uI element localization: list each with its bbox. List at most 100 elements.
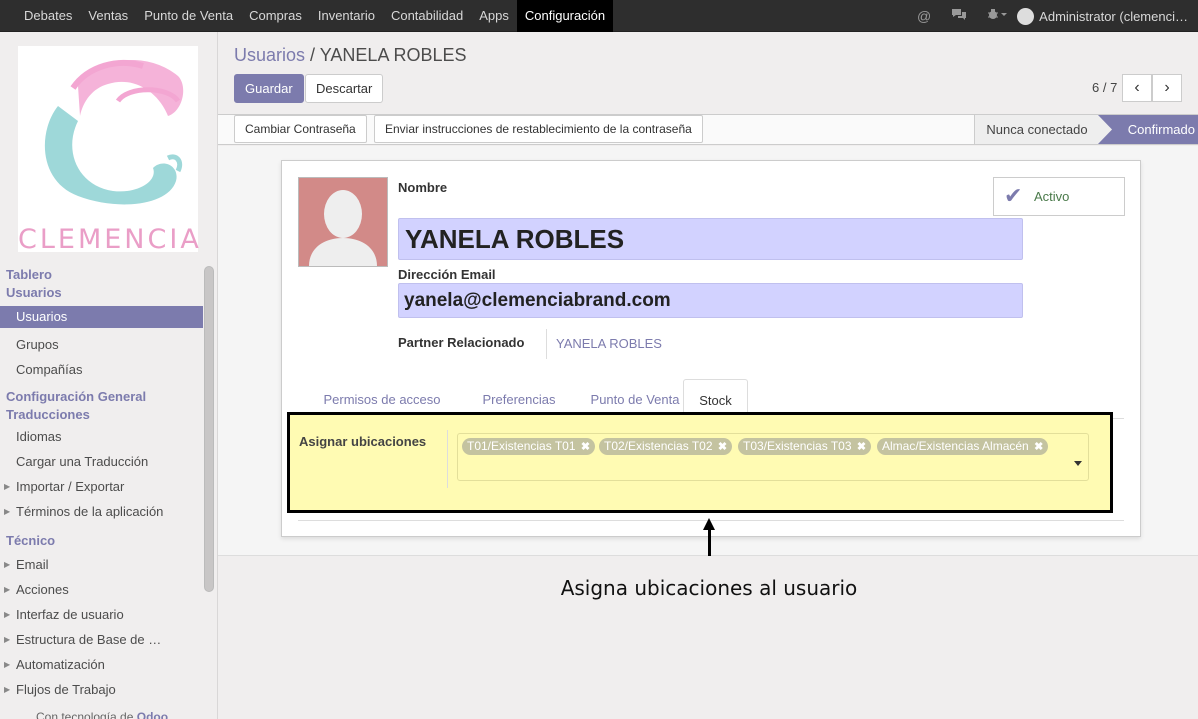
locations-divider — [447, 430, 448, 488]
sidebar-item-cargar-traduccion[interactable]: Cargar una Traducción — [0, 449, 203, 474]
sidebar-item-email[interactable]: ▶ Email — [0, 552, 203, 577]
sidebar-item-label: Flujos de Trabajo — [16, 682, 116, 697]
check-icon: ✔ — [1004, 183, 1023, 208]
caret-right-icon: ▶ — [4, 585, 11, 594]
menu-configuracion[interactable]: Configuración — [516, 0, 614, 32]
sidebar-item-interfaz[interactable]: ▶ Interfaz de usuario — [0, 602, 203, 627]
sidebar-item-label: Automatización — [16, 657, 105, 672]
sidebar-item-usuarios[interactable]: Usuarios — [0, 306, 203, 328]
email-field[interactable]: yanela@clemenciabrand.com — [398, 283, 1023, 318]
menu-inventario[interactable]: Inventario — [310, 0, 383, 32]
pager-prev-button[interactable]: ‹ — [1122, 74, 1152, 102]
powered-prefix: Con tecnología de — [36, 710, 134, 719]
navbar-right: @ Administrator (clemenci… — [907, 0, 1188, 32]
partner-link[interactable]: YANELA ROBLES — [556, 336, 662, 351]
powered-by: Con tecnología de Odoo — [36, 710, 168, 719]
sidebar-item-idiomas[interactable]: Idiomas — [0, 424, 203, 449]
name-label: Nombre — [398, 180, 448, 195]
avatar-placeholder-icon — [309, 190, 377, 266]
sidebar-item-grupos[interactable]: Grupos — [0, 332, 203, 357]
sidebar-head-tecnico[interactable]: Técnico — [0, 532, 203, 550]
sidebar-head-tablero[interactable]: Tablero — [0, 266, 203, 284]
discard-button[interactable]: Descartar — [305, 74, 384, 103]
location-tag-label: T01/Existencias T01 — [467, 439, 576, 453]
location-tag: T01/Existencias T01 ✖ — [462, 438, 596, 455]
menu-apps[interactable]: Apps — [471, 0, 517, 32]
menu-compras[interactable]: Compras — [241, 0, 310, 32]
user-photo[interactable] — [298, 177, 388, 267]
main-content: Usuarios / YANELA ROBLES Guardar Descart… — [218, 32, 1198, 719]
menu-punto-de-venta[interactable]: Punto de Venta — [136, 0, 241, 32]
user-avatar[interactable] — [1017, 7, 1035, 25]
caret-right-icon: ▶ — [4, 635, 11, 644]
breadcrumb: Usuarios / YANELA ROBLES — [234, 45, 466, 66]
caret-right-icon: ▶ — [4, 560, 11, 569]
sidebar-item-label: Interfaz de usuario — [16, 607, 124, 622]
email-label: Dirección Email — [398, 267, 496, 282]
menu-debates[interactable]: Debates — [16, 0, 80, 32]
remove-tag-icon[interactable]: ✖ — [857, 441, 866, 453]
company-logo: CLEMENCIA — [18, 46, 202, 255]
sidebar-item-automatizacion[interactable]: ▶ Automatización — [0, 652, 203, 677]
sidebar-item-label: Estructura de Base de … — [16, 632, 162, 647]
at-icon[interactable]: @ — [917, 8, 931, 24]
sidebar-item-estructura[interactable]: ▶ Estructura de Base de … — [0, 627, 203, 652]
location-tag: T02/Existencias T02 ✖ — [599, 438, 733, 455]
breadcrumb-current: YANELA ROBLES — [319, 45, 467, 65]
caret-right-icon: ▶ — [4, 685, 11, 694]
location-tag: T03/Existencias T03 ✖ — [738, 438, 872, 455]
location-tag-label: Almac/Existencias Almacén — [882, 439, 1029, 453]
name-field[interactable]: YANELA ROBLES — [398, 218, 1023, 260]
assign-locations-label: Asignar ubicaciones — [299, 434, 427, 449]
sidebar-item-label: Email — [16, 557, 49, 572]
chevron-down-icon[interactable] — [1074, 461, 1082, 466]
sidebar-item-acciones[interactable]: ▶ Acciones — [0, 577, 203, 602]
remove-tag-icon[interactable]: ✖ — [581, 441, 590, 453]
user-menu[interactable]: Administrator (clemenci… — [1039, 9, 1188, 24]
form-sheet: Nombre YANELA ROBLES Dirección Email yan… — [281, 160, 1141, 537]
sidebar-scrollbar[interactable] — [204, 266, 214, 592]
logo-text: CLEMENCIA — [18, 224, 202, 255]
sidebar-item-label: Términos de la aplicación — [16, 504, 164, 519]
location-tag-label: T03/Existencias T03 — [743, 439, 852, 453]
chat-icon[interactable] — [951, 8, 967, 24]
logo-graphic — [44, 59, 184, 205]
breadcrumb-parent[interactable]: Usuarios — [234, 45, 305, 65]
main-menu: Debates Ventas Punto de Venta Compras In… — [16, 0, 614, 32]
sidebar: CLEMENCIA Tablero Usuarios Usuarios Grup… — [0, 32, 218, 719]
active-label: Activo — [1034, 189, 1070, 204]
sidebar-head-configuracion-general[interactable]: Configuración General — [0, 388, 203, 406]
caret-right-icon: ▶ — [4, 660, 11, 669]
annotation-caption: Asigna ubicaciones al usuario — [560, 576, 858, 600]
sidebar-item-terminos[interactable]: ▶ Términos de la aplicación — [0, 499, 203, 524]
breadcrumb-separator: / — [310, 45, 316, 65]
remove-tag-icon[interactable]: ✖ — [718, 441, 727, 453]
caret-right-icon: ▶ — [4, 610, 11, 619]
sidebar-item-companias[interactable]: Compañías — [0, 357, 203, 382]
sidebar-head-traducciones[interactable]: Traducciones — [0, 406, 203, 424]
caret-right-icon: ▶ — [4, 482, 11, 491]
menu-contabilidad[interactable]: Contabilidad — [383, 0, 471, 32]
stage-never-connected[interactable]: Nunca conectado — [974, 115, 1099, 144]
pager-next-button[interactable]: › — [1152, 74, 1182, 102]
change-password-button[interactable]: Cambiar Contraseña — [234, 115, 367, 143]
send-reset-button[interactable]: Enviar instrucciones de restablecimiento… — [374, 115, 703, 143]
location-tag: Almac/Existencias Almacén ✖ — [877, 438, 1049, 455]
locations-highlight-box: Asignar ubicaciones T01/Existencias T01 … — [287, 412, 1113, 513]
remove-tag-icon[interactable]: ✖ — [1034, 441, 1043, 453]
sidebar-head-usuarios[interactable]: Usuarios — [0, 284, 203, 302]
sidebar-nav: Tablero Usuarios Usuarios Grupos Compañí… — [0, 266, 203, 702]
active-toggle-button[interactable]: ✔ Activo — [993, 177, 1125, 216]
partner-divider — [546, 329, 547, 359]
stage-confirmed[interactable]: Confirmado — [1098, 115, 1198, 144]
odoo-link[interactable]: Odoo — [137, 710, 168, 719]
partner-label: Partner Relacionado — [398, 335, 525, 350]
locations-select[interactable]: T01/Existencias T01 ✖ T02/Existencias T0… — [457, 433, 1089, 481]
menu-ventas[interactable]: Ventas — [80, 0, 136, 32]
sidebar-item-importar-exportar[interactable]: ▶ Importar / Exportar — [0, 474, 203, 499]
bug-icon[interactable] — [987, 8, 1008, 24]
status-bar: Cambiar Contraseña Enviar instrucciones … — [218, 114, 1198, 145]
sidebar-item-flujos[interactable]: ▶ Flujos de Trabajo — [0, 677, 203, 702]
arrow-shaft — [708, 530, 711, 556]
save-button[interactable]: Guardar — [234, 74, 304, 103]
